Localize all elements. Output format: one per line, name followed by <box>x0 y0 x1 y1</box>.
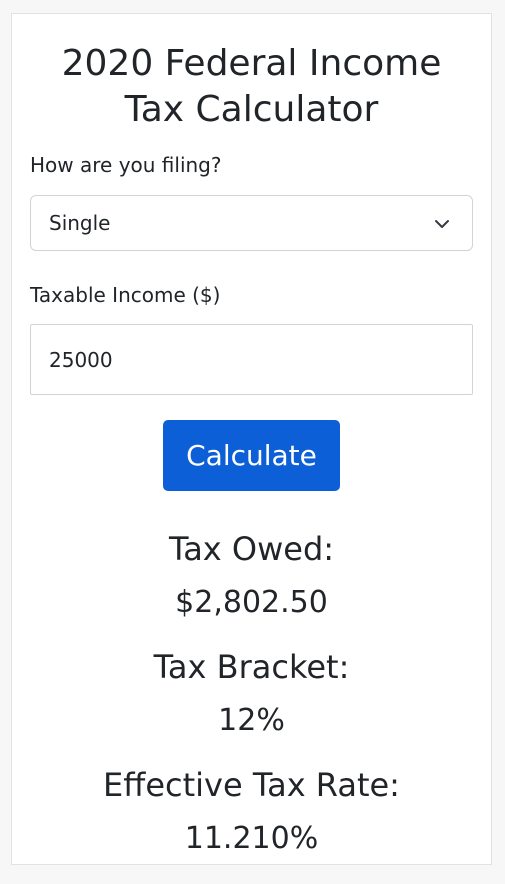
effective-tax-rate-value: 11.210% <box>184 821 319 856</box>
calculator-card: 2020 Federal Income Tax Calculator How a… <box>11 13 492 865</box>
page-title: 2020 Federal Income Tax Calculator <box>12 41 491 133</box>
calculate-button[interactable]: Calculate <box>163 420 340 491</box>
taxable-income-label: Taxable Income ($) <box>30 283 221 307</box>
tax-owed-label: Tax Owed: <box>168 530 335 568</box>
taxable-income-value: 25000 <box>49 348 113 372</box>
effective-tax-rate-label: Effective Tax Rate: <box>103 766 400 804</box>
title-line-1: 2020 Federal Income <box>61 43 442 84</box>
filing-status-select[interactable]: Single <box>30 195 473 251</box>
chevron-down-icon <box>435 220 449 228</box>
filing-status-value: Single <box>49 211 111 235</box>
tax-owed-value: $2,802.50 <box>175 585 328 620</box>
filing-status-label: How are you filing? <box>30 153 222 177</box>
taxable-income-input[interactable]: 25000 <box>30 324 473 395</box>
title-line-2: Tax Calculator <box>124 89 379 130</box>
tax-bracket-label: Tax Bracket: <box>153 648 350 686</box>
tax-bracket-value: 12% <box>218 703 285 738</box>
